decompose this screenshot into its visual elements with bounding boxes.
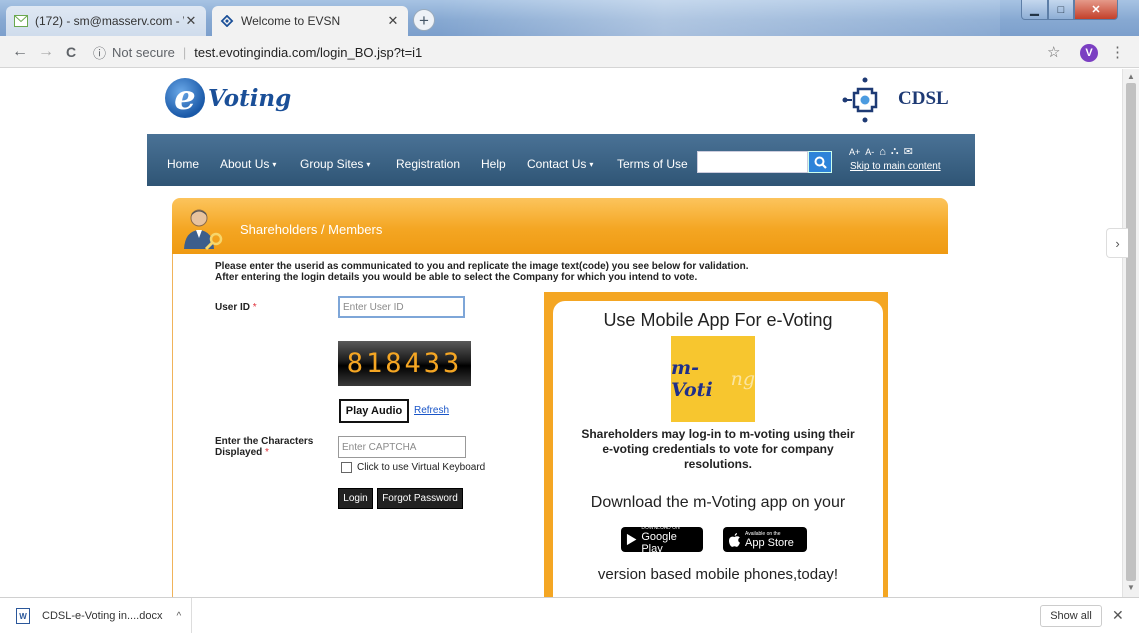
scroll-down-icon[interactable]: ▼ [1127, 583, 1135, 592]
home-icon[interactable]: ⌂ [879, 146, 886, 158]
url-text: test.evotingindia.com/login_BO.jsp?t=i1 [194, 44, 423, 60]
app-store-badge[interactable]: Available on the App Store [723, 527, 807, 552]
profile-avatar[interactable]: V [1080, 44, 1098, 62]
userid-label: User ID * [215, 302, 257, 313]
chevron-up-icon[interactable]: ^ [176, 611, 181, 622]
forgot-password-button[interactable]: Forgot Password [377, 488, 463, 509]
evoting-logo-e-icon[interactable]: e [165, 78, 205, 118]
browser-toolbar: ← → C ⓘ Not secure | test.evotingindia.c… [0, 36, 1139, 68]
nav-item-terms-of-use[interactable]: Terms of Use [617, 157, 688, 171]
reload-icon[interactable]: C [61, 42, 81, 62]
site-search-input[interactable] [697, 151, 808, 173]
chevron-down-icon: ▾ [366, 160, 371, 169]
google-play-badge[interactable]: DOWNLOAD ON Google Play [621, 525, 703, 555]
nav-item-home[interactable]: Home [167, 157, 199, 171]
browser-title-bar: (172) - sm@masserv.com - Webm ✕ Welcome … [0, 0, 1139, 36]
panel-border [172, 254, 173, 597]
security-label: Not secure [112, 44, 175, 60]
side-panel-toggle[interactable]: › [1106, 228, 1128, 258]
tab-close-icon[interactable]: ✕ [184, 13, 198, 29]
download-file-name: CDSL-e-Voting in....docx [42, 610, 163, 622]
mail-icon [14, 15, 28, 27]
chevron-down-icon: ▾ [272, 160, 277, 169]
virtual-keyboard-option[interactable]: Click to use Virtual Keyboard [341, 462, 485, 473]
virtual-keyboard-checkbox[interactable] [341, 462, 352, 473]
back-icon[interactable]: ← [10, 42, 30, 62]
minimize-button[interactable]: ▁ [1021, 0, 1048, 20]
apple-icon [729, 532, 740, 547]
page-scrollbar[interactable]: ▲ ▼ [1122, 69, 1139, 597]
virtual-keyboard-label: Click to use Virtual Keyboard [357, 462, 486, 473]
browser-menu-icon[interactable]: ⋮ [1110, 43, 1125, 61]
login-instructions: Please enter the userid as communicated … [215, 261, 749, 283]
m-voting-logo[interactable]: m-Voti ng [671, 336, 755, 422]
font-increase-button[interactable]: A+ [849, 147, 860, 157]
captcha-image: 818433 [338, 341, 471, 386]
download-bar: W CDSL-e-Voting in....docx ^ Show all ✕ [0, 597, 1139, 633]
bookmark-star-icon[interactable]: ☆ [1047, 43, 1060, 61]
evsn-favicon-icon [220, 15, 234, 27]
nav-item-group-sites[interactable]: Group Sites ▾ [300, 157, 370, 171]
skip-to-main-content-link[interactable]: Skip to main content [850, 161, 941, 172]
shareholder-person-icon [184, 209, 223, 251]
nav-item-contact-us[interactable]: Contact Us ▾ [527, 157, 593, 171]
window-close-button[interactable]: ✕ [1074, 0, 1118, 20]
maximize-button[interactable]: □ [1048, 0, 1074, 20]
address-separator: | [182, 44, 187, 60]
required-mark: * [252, 302, 257, 313]
refresh-captcha-link[interactable]: Refresh [414, 405, 449, 416]
font-decrease-button[interactable]: A- [865, 147, 874, 157]
required-mark: * [265, 447, 269, 458]
download-item[interactable]: W CDSL-e-Voting in....docx ^ [0, 598, 192, 633]
captcha-input[interactable] [338, 436, 466, 458]
promo-version-text: version based mobile phones,today! [597, 566, 839, 583]
main-navigation: Home About Us ▾ Group Sites ▾ Registration… [147, 134, 975, 186]
panel-title: Shareholders / Members [240, 222, 383, 237]
tab-title: (172) - sm@masserv.com - Webm [35, 14, 184, 28]
scroll-up-icon[interactable]: ▲ [1127, 72, 1135, 81]
evoting-logo-text[interactable]: Voting [208, 85, 291, 112]
nav-item-help[interactable]: Help [481, 157, 506, 171]
cdsl-logo-text[interactable]: CDSL [898, 88, 949, 110]
search-button[interactable] [808, 151, 832, 173]
accessibility-tools: A+ A- ⌂ ⛬ ✉ [849, 145, 913, 158]
promo-title: Use Mobile App For e-Voting [603, 310, 833, 330]
page-viewport: e Voting CDSL Home About Us ▾ Group Sites… [0, 69, 1122, 597]
google-play-icon [626, 533, 637, 546]
cdsl-logo-icon[interactable] [842, 77, 888, 123]
forward-icon[interactable]: → [36, 42, 56, 62]
address-bar[interactable]: ⓘ Not secure | test.evotingindia.com/log… [93, 40, 1041, 64]
nav-item-about-us[interactable]: About Us ▾ [220, 157, 276, 171]
promo-description: Shareholders may log-in to m-voting usin… [581, 427, 855, 471]
show-all-downloads-button[interactable]: Show all [1040, 605, 1102, 627]
tab-evsn[interactable]: Welcome to EVSN ✕ [212, 6, 408, 36]
new-tab-button[interactable]: + [413, 9, 435, 31]
info-icon[interactable]: ⓘ [93, 43, 106, 62]
sitemap-icon[interactable]: ⛬ [891, 145, 899, 158]
download-bar-close-icon[interactable]: ✕ [1112, 607, 1124, 624]
scrollbar-thumb[interactable] [1126, 83, 1136, 581]
tab-webmail[interactable]: (172) - sm@masserv.com - Webm ✕ [6, 6, 206, 36]
search-icon [814, 156, 827, 169]
word-document-icon: W [16, 608, 30, 624]
mail-icon[interactable]: ✉ [904, 145, 913, 158]
captcha-label: Enter the Characters Displayed * [215, 436, 314, 458]
userid-input[interactable] [338, 296, 465, 318]
login-button[interactable]: Login [338, 488, 373, 509]
chevron-down-icon: ▾ [589, 160, 594, 169]
nav-item-registration[interactable]: Registration [396, 157, 460, 171]
tab-close-icon[interactable]: ✕ [386, 13, 400, 29]
promo-download-text: Download the m-Voting app on your [590, 494, 846, 511]
tab-title: Welcome to EVSN [241, 14, 341, 28]
play-audio-button[interactable]: Play Audio [339, 399, 409, 423]
